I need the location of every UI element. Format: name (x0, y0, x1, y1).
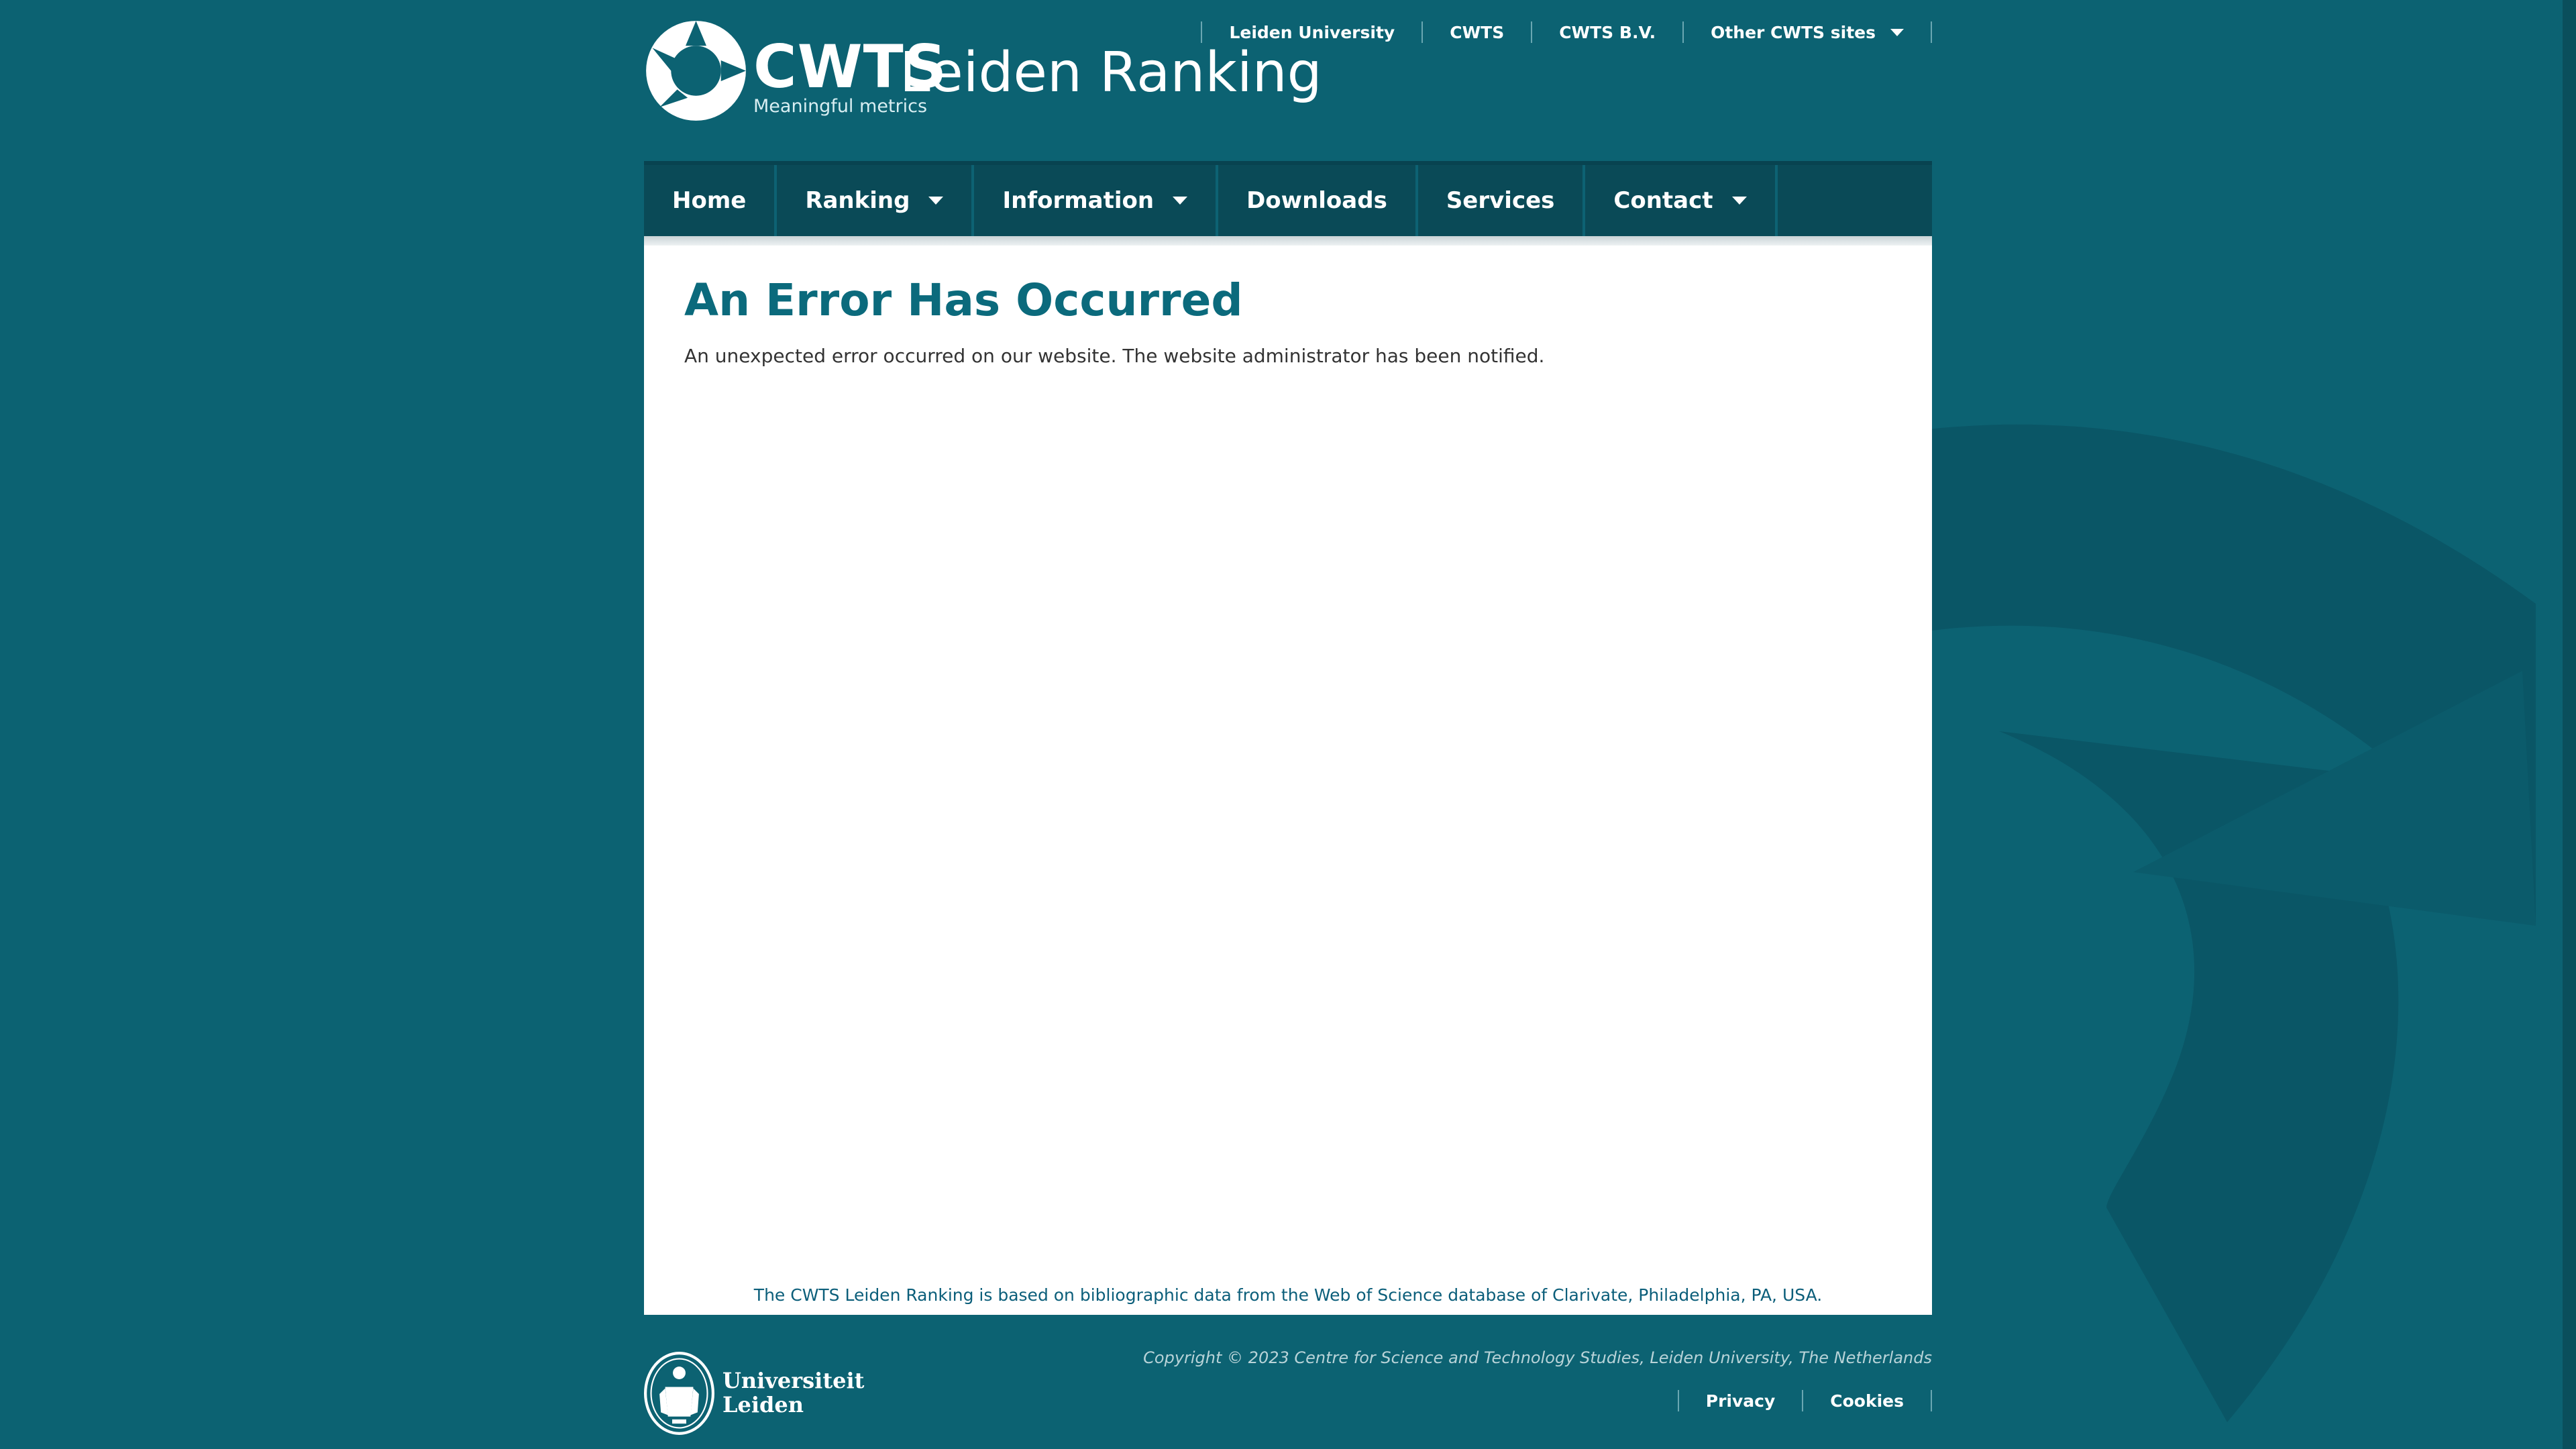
top-link-label: CWTS B.V. (1559, 22, 1656, 42)
university-name-line1: Universiteit (722, 1368, 865, 1394)
site-logo[interactable]: CWTS Meaningful metrics (644, 19, 947, 123)
caret-down-icon (1890, 28, 1904, 36)
separator (1931, 21, 1932, 43)
site-container: CWTS Meaningful metrics Leiden Ranking L… (644, 0, 1932, 1449)
nav-item-home[interactable]: Home (644, 165, 777, 236)
nav-item-downloads[interactable]: Downloads (1218, 165, 1418, 236)
cwts-circle-logo-icon (646, 21, 746, 121)
nav-item-contact[interactable]: Contact (1585, 165, 1778, 236)
caret-down-icon (1173, 197, 1188, 205)
caret-down-icon (928, 197, 944, 205)
caret-down-icon (1731, 197, 1747, 205)
leiden-seal-icon (644, 1352, 714, 1435)
top-link-leiden-university[interactable]: Leiden University (1202, 23, 1421, 42)
top-link-other-cwts-sites[interactable]: Other CWTS sites (1684, 23, 1931, 42)
page-title: An Error Has Occurred (684, 274, 1243, 326)
nav-item-ranking[interactable]: Ranking (777, 165, 975, 236)
nav-shadow (644, 236, 1932, 246)
university-name-line2: Leiden (722, 1392, 804, 1417)
footer-link-label: Cookies (1830, 1391, 1904, 1411)
site-title[interactable]: Leiden Ranking (900, 46, 1322, 101)
top-link-cwts-bv[interactable]: CWTS B.V. (1532, 23, 1682, 42)
top-link-label: Leiden University (1229, 22, 1395, 42)
nav-item-services[interactable]: Services (1418, 165, 1586, 236)
top-link-cwts[interactable]: CWTS (1423, 23, 1531, 42)
scrollbar[interactable] (2563, 0, 2576, 1449)
university-name: Universiteit Leiden (722, 1368, 865, 1417)
nav-item-label: Ranking (805, 187, 910, 214)
separator (1931, 1390, 1932, 1411)
main-content: An Error Has Occurred An unexpected erro… (644, 246, 1932, 1315)
nav-item-label: Home (672, 187, 747, 214)
nav-item-label: Information (1002, 187, 1155, 214)
footer-links: Privacy Cookies (1677, 1387, 1932, 1414)
nav-item-label: Downloads (1246, 187, 1387, 214)
top-links: Leiden University CWTS CWTS B.V. Other C… (1201, 19, 1932, 46)
footer-link-label: Privacy (1705, 1391, 1776, 1411)
top-link-label: Other CWTS sites (1711, 22, 1876, 42)
nav-item-label: Services (1446, 187, 1555, 214)
leiden-university-logo[interactable]: Universiteit Leiden (644, 1352, 864, 1435)
nav-item-label: Contact (1613, 187, 1713, 214)
error-message: An unexpected error occurred on our webs… (684, 345, 1545, 367)
main-nav: Home Ranking Information Downloads Servi… (644, 161, 1932, 236)
footer-link-cookies[interactable]: Cookies (1803, 1391, 1931, 1411)
nav-item-information[interactable]: Information (974, 165, 1219, 236)
data-source-note[interactable]: The CWTS Leiden Ranking is based on bibl… (644, 1285, 1932, 1305)
footer-link-privacy[interactable]: Privacy (1679, 1391, 1803, 1411)
top-link-label: CWTS (1450, 22, 1505, 42)
copyright-text: Copyright © 2023 Centre for Science and … (1143, 1348, 1932, 1367)
